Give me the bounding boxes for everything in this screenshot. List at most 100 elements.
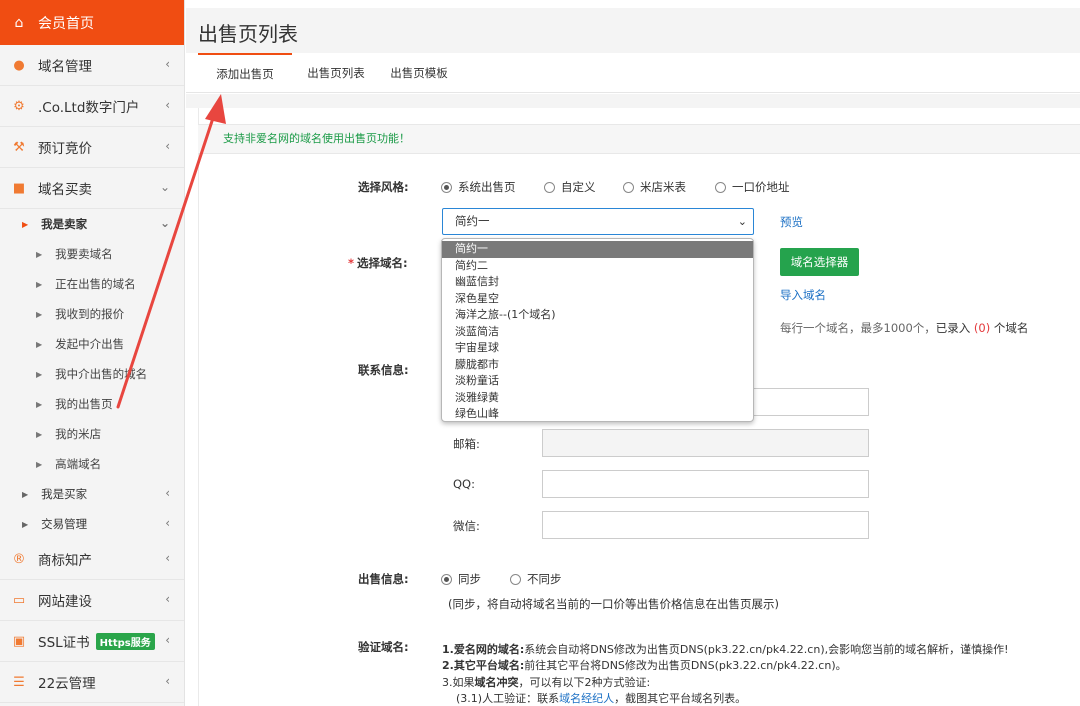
verify-2-text: 前往其它平台将DNS修改为出售页DNS(pk3.22.cn/pk4.22.cn)… [524, 659, 847, 672]
radio-checked-icon [441, 573, 452, 585]
email-field[interactable] [542, 429, 869, 457]
caret-right-icon: ▶ [22, 519, 29, 529]
caret-right-icon: ▶ [36, 309, 43, 319]
sidebar-seller-label: 我是卖家 [41, 217, 88, 231]
dropdown-option[interactable]: 绿色山峰 [442, 406, 753, 423]
tab-sale-page-template[interactable]: 出售页模板 [380, 53, 458, 93]
broker-link[interactable]: 域名经纪人 [559, 692, 614, 705]
sidebar-item-label: 我要卖域名 [55, 247, 113, 261]
radio-unchecked-icon [510, 573, 521, 585]
radio-label: 米店米表 [640, 180, 686, 194]
sidebar-item-label: 我收到的报价 [55, 307, 125, 321]
nav-item-domain-management[interactable]: ● 域名管理 ‹ [0, 45, 184, 86]
tab-add-sale-page[interactable]: 添加出售页 [198, 53, 292, 93]
nav-item-bidding[interactable]: ⚒ 预订竞价 ‹ [0, 127, 184, 168]
qq-label: QQ: [453, 477, 475, 491]
sidebar-item-premium[interactable]: ▶ 高端域名 [0, 449, 184, 479]
sidebar-item-sell-domain[interactable]: ▶ 我要卖域名 [0, 239, 184, 269]
style-radio-custom[interactable]: 自定义 [544, 179, 596, 195]
domain-hint-suffix: 个域名 [993, 321, 1029, 335]
dropdown-option[interactable]: 朦胧都市 [442, 357, 753, 374]
nav-item-website[interactable]: ▭ 网站建设 ‹ [0, 580, 184, 621]
radio-label: 同步 [458, 572, 481, 586]
sidebar-item-my-shop[interactable]: ▶ 我的米店 [0, 419, 184, 449]
sidebar-item-broker-sale[interactable]: ▶ 发起中介出售 [0, 329, 184, 359]
sidebar-trade-group[interactable]: ▶ 交易管理 ‹ [0, 509, 184, 539]
template-dropdown: 简约一 简约二 幽蓝信封 深色星空 海洋之旅--(1个域名) 淡蓝简洁 宇宙星球 朦胧都市 淡粉… [441, 238, 754, 422]
page-title: 出售页列表 [198, 22, 298, 46]
chevron-down-icon: ⌄ [737, 215, 747, 228]
dropdown-option[interactable]: 宇宙星球 [442, 340, 753, 357]
https-badge: Https服务 [95, 632, 155, 650]
verify-31-suffix: ，截图其它平台域名列表。 [614, 692, 747, 705]
nav-item-label: .Co.Ltd数字门户 [38, 100, 140, 116]
nav-item-label: 网站建设 [38, 594, 92, 610]
sidebar-item-selling[interactable]: ▶ 正在出售的域名 [0, 269, 184, 299]
sale-radio-sync[interactable]: 同步 [441, 571, 481, 587]
nav-item-cloud[interactable]: ☰ 22云管理 ‹ [0, 662, 184, 703]
dropdown-option[interactable]: 幽蓝信封 [442, 274, 753, 291]
briefcase-icon: ■ [12, 180, 26, 196]
gavel-icon: ⚒ [13, 139, 25, 155]
radio-label: 自定义 [561, 180, 596, 194]
dropdown-option[interactable]: 淡蓝简洁 [442, 324, 753, 341]
template-select[interactable]: 简约一 ⌄ [442, 208, 754, 235]
style-radio-system[interactable]: 系统出售页 [441, 179, 516, 195]
wechat-field[interactable] [542, 511, 869, 539]
title-bar: 出售页列表 [186, 8, 1080, 53]
sidebar-seller-group[interactable]: ▶ 我是卖家 ⌄ [0, 209, 184, 239]
chevron-left-icon: ‹ [165, 633, 170, 647]
radio-unchecked-icon [715, 181, 726, 193]
caret-right-icon: ▶ [36, 429, 43, 439]
dropdown-option[interactable]: 简约二 [442, 258, 753, 275]
sidebar-item-label: 正在出售的域名 [55, 277, 136, 291]
nav-item-ssl[interactable]: ▣ SSL证书 Https服务 ‹ [0, 621, 184, 662]
sidebar-item-label: 发起中介出售 [55, 337, 125, 351]
domain-count: (0) [973, 321, 991, 335]
sidebar-buyer-group[interactable]: ▶ 我是买家 ‹ [0, 479, 184, 509]
verify-line-1: 1.爱名网的域名:系统会自动将DNS修改为出售页DNS(pk3.22.cn/pk… [442, 641, 1009, 657]
style-radio-fixed-price[interactable]: 一口价地址 [715, 179, 790, 195]
dropdown-option[interactable]: 简约一 [442, 241, 753, 258]
chevron-left-icon: ‹ [165, 674, 170, 688]
verify-line-3-1: (3.1)人工验证：联系域名经纪人，截图其它平台域名列表。 [456, 690, 746, 706]
dropdown-option[interactable]: 深色星空 [442, 291, 753, 308]
chevron-left-icon: ‹ [165, 139, 170, 153]
verify-1-text: 系统会自动将DNS修改为出售页DNS(pk3.22.cn/pk4.22.cn),… [524, 643, 1009, 656]
sale-radio-nosync[interactable]: 不同步 [510, 571, 562, 587]
nav-item-domain-trade[interactable]: ■ 域名买卖 ⌄ [0, 168, 184, 209]
sale-hint: (同步，将自动将域名当前的一口价等出售价格信息在出售页展示) [448, 597, 779, 611]
dropdown-option[interactable]: 淡粉童话 [442, 373, 753, 390]
chevron-down-icon: ⌄ [159, 216, 170, 230]
caret-right-icon: ▶ [36, 339, 43, 349]
domain-hint-entered: 已录入 [935, 321, 971, 335]
verify-3-text: ，可以有以下2种方式验证: [518, 676, 651, 689]
nav-item-label: 商标知产 [38, 553, 92, 569]
chevron-left-icon: ‹ [165, 516, 170, 530]
sidebar-item-offers[interactable]: ▶ 我收到的报价 [0, 299, 184, 329]
nav-item-trademark[interactable]: ® 商标知产 ‹ [0, 539, 184, 580]
radio-unchecked-icon [623, 181, 634, 193]
registered-icon: ® [12, 551, 26, 567]
sidebar-item-broker-domains[interactable]: ▶ 我中介出售的域名 [0, 359, 184, 389]
style-radio-mistore[interactable]: 米店米表 [623, 179, 686, 195]
chevron-left-icon: ‹ [165, 551, 170, 565]
verify-1-title: 1.爱名网的域名: [442, 643, 525, 656]
dropdown-option[interactable]: 淡雅绿黄 [442, 390, 753, 407]
sidebar-item-my-sale-pages[interactable]: ▶ 我的出售页 [0, 389, 184, 419]
qq-field[interactable] [542, 470, 869, 498]
radio-label: 不同步 [527, 572, 562, 586]
domain-hint-prefix: 每行一个域名，最多1000个， [780, 321, 936, 335]
preview-link[interactable]: 预览 [780, 214, 803, 230]
dropdown-option[interactable]: 海洋之旅--(1个域名) [442, 307, 753, 324]
nav-item-label: SSL证书 [38, 635, 90, 651]
template-select-value: 简约一 [455, 214, 490, 228]
domain-selector-button[interactable]: 域名选择器 [780, 248, 859, 276]
caret-right-icon: ▶ [36, 249, 43, 259]
nav-home[interactable]: ⌂ 会员首页 [0, 0, 184, 45]
radio-label: 系统出售页 [458, 180, 516, 194]
sidebar-item-label: 高端域名 [55, 457, 102, 471]
tab-sale-page-list[interactable]: 出售页列表 [292, 53, 380, 93]
nav-item-coltd[interactable]: ⚙ .Co.Ltd数字门户 ‹ [0, 86, 184, 127]
import-domain-link[interactable]: 导入域名 [780, 287, 826, 303]
